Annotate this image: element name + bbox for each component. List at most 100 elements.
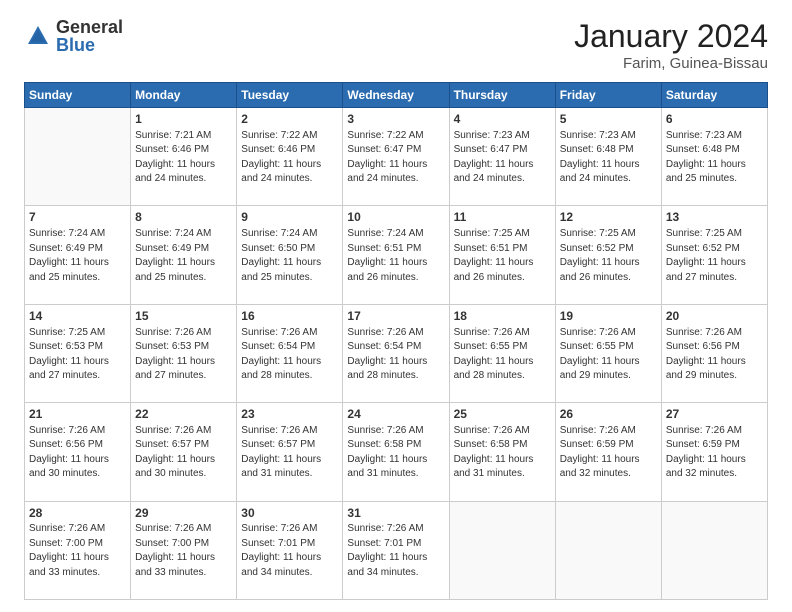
day-number: 18 — [454, 308, 551, 325]
day-cell: 22Sunrise: 7:26 AMSunset: 6:57 PMDayligh… — [131, 403, 237, 501]
day-cell — [25, 108, 131, 206]
day-info: Sunrise: 7:26 AMSunset: 6:56 PMDaylight:… — [29, 424, 126, 482]
day-number: 3 — [347, 111, 444, 128]
day-number: 29 — [135, 505, 232, 522]
day-cell: 15Sunrise: 7:26 AMSunset: 6:53 PMDayligh… — [131, 304, 237, 402]
calendar-header: SundayMondayTuesdayWednesdayThursdayFrid… — [25, 83, 768, 108]
day-info: Sunrise: 7:23 AMSunset: 6:48 PMDaylight:… — [666, 129, 763, 187]
logo-text: General Blue — [56, 18, 123, 54]
day-number: 25 — [454, 406, 551, 423]
day-info: Sunrise: 7:24 AMSunset: 6:49 PMDaylight:… — [29, 227, 126, 285]
day-header-sunday: Sunday — [25, 83, 131, 108]
day-cell: 18Sunrise: 7:26 AMSunset: 6:55 PMDayligh… — [449, 304, 555, 402]
day-cell: 14Sunrise: 7:25 AMSunset: 6:53 PMDayligh… — [25, 304, 131, 402]
day-cell: 17Sunrise: 7:26 AMSunset: 6:54 PMDayligh… — [343, 304, 449, 402]
day-number: 31 — [347, 505, 444, 522]
day-info: Sunrise: 7:26 AMSunset: 6:55 PMDaylight:… — [454, 326, 551, 384]
day-number: 20 — [666, 308, 763, 325]
day-number: 10 — [347, 209, 444, 226]
week-row-4: 21Sunrise: 7:26 AMSunset: 6:56 PMDayligh… — [25, 403, 768, 501]
day-cell: 16Sunrise: 7:26 AMSunset: 6:54 PMDayligh… — [237, 304, 343, 402]
week-row-2: 7Sunrise: 7:24 AMSunset: 6:49 PMDaylight… — [25, 206, 768, 304]
day-number: 7 — [29, 209, 126, 226]
day-header-thursday: Thursday — [449, 83, 555, 108]
day-cell: 9Sunrise: 7:24 AMSunset: 6:50 PMDaylight… — [237, 206, 343, 304]
day-cell: 26Sunrise: 7:26 AMSunset: 6:59 PMDayligh… — [555, 403, 661, 501]
logo-blue-label: Blue — [56, 36, 123, 54]
day-cell: 1Sunrise: 7:21 AMSunset: 6:46 PMDaylight… — [131, 108, 237, 206]
day-info: Sunrise: 7:26 AMSunset: 6:58 PMDaylight:… — [454, 424, 551, 482]
day-number: 24 — [347, 406, 444, 423]
day-info: Sunrise: 7:26 AMSunset: 6:55 PMDaylight:… — [560, 326, 657, 384]
day-cell: 2Sunrise: 7:22 AMSunset: 6:46 PMDaylight… — [237, 108, 343, 206]
day-number: 14 — [29, 308, 126, 325]
logo-icon — [24, 22, 52, 50]
day-number: 8 — [135, 209, 232, 226]
day-cell: 12Sunrise: 7:25 AMSunset: 6:52 PMDayligh… — [555, 206, 661, 304]
page: General Blue January 2024 Farim, Guinea-… — [0, 0, 792, 612]
day-cell: 19Sunrise: 7:26 AMSunset: 6:55 PMDayligh… — [555, 304, 661, 402]
day-header-wednesday: Wednesday — [343, 83, 449, 108]
header: General Blue January 2024 Farim, Guinea-… — [24, 18, 768, 72]
day-cell: 27Sunrise: 7:26 AMSunset: 6:59 PMDayligh… — [661, 403, 767, 501]
day-number: 28 — [29, 505, 126, 522]
day-number: 1 — [135, 111, 232, 128]
day-info: Sunrise: 7:25 AMSunset: 6:52 PMDaylight:… — [560, 227, 657, 285]
day-cell: 21Sunrise: 7:26 AMSunset: 6:56 PMDayligh… — [25, 403, 131, 501]
day-info: Sunrise: 7:22 AMSunset: 6:47 PMDaylight:… — [347, 129, 444, 187]
day-info: Sunrise: 7:24 AMSunset: 6:50 PMDaylight:… — [241, 227, 338, 285]
day-info: Sunrise: 7:23 AMSunset: 6:48 PMDaylight:… — [560, 129, 657, 187]
day-info: Sunrise: 7:26 AMSunset: 6:54 PMDaylight:… — [241, 326, 338, 384]
logo: General Blue — [24, 18, 123, 54]
week-row-3: 14Sunrise: 7:25 AMSunset: 6:53 PMDayligh… — [25, 304, 768, 402]
day-number: 30 — [241, 505, 338, 522]
day-header-saturday: Saturday — [661, 83, 767, 108]
day-number: 12 — [560, 209, 657, 226]
month-title: January 2024 — [574, 18, 768, 55]
day-info: Sunrise: 7:26 AMSunset: 7:00 PMDaylight:… — [135, 522, 232, 580]
day-number: 4 — [454, 111, 551, 128]
day-cell: 24Sunrise: 7:26 AMSunset: 6:58 PMDayligh… — [343, 403, 449, 501]
day-cell: 29Sunrise: 7:26 AMSunset: 7:00 PMDayligh… — [131, 501, 237, 599]
day-cell: 5Sunrise: 7:23 AMSunset: 6:48 PMDaylight… — [555, 108, 661, 206]
day-number: 2 — [241, 111, 338, 128]
day-number: 13 — [666, 209, 763, 226]
day-number: 15 — [135, 308, 232, 325]
day-number: 19 — [560, 308, 657, 325]
day-cell: 23Sunrise: 7:26 AMSunset: 6:57 PMDayligh… — [237, 403, 343, 501]
day-number: 21 — [29, 406, 126, 423]
day-cell: 31Sunrise: 7:26 AMSunset: 7:01 PMDayligh… — [343, 501, 449, 599]
day-number: 9 — [241, 209, 338, 226]
day-header-row: SundayMondayTuesdayWednesdayThursdayFrid… — [25, 83, 768, 108]
week-row-1: 1Sunrise: 7:21 AMSunset: 6:46 PMDaylight… — [25, 108, 768, 206]
day-cell — [555, 501, 661, 599]
day-info: Sunrise: 7:26 AMSunset: 6:58 PMDaylight:… — [347, 424, 444, 482]
day-number: 11 — [454, 209, 551, 226]
day-cell — [661, 501, 767, 599]
location: Farim, Guinea-Bissau — [574, 55, 768, 72]
day-cell: 4Sunrise: 7:23 AMSunset: 6:47 PMDaylight… — [449, 108, 555, 206]
day-cell: 8Sunrise: 7:24 AMSunset: 6:49 PMDaylight… — [131, 206, 237, 304]
calendar-body: 1Sunrise: 7:21 AMSunset: 6:46 PMDaylight… — [25, 108, 768, 600]
day-info: Sunrise: 7:26 AMSunset: 7:01 PMDaylight:… — [241, 522, 338, 580]
day-info: Sunrise: 7:26 AMSunset: 6:59 PMDaylight:… — [666, 424, 763, 482]
day-cell: 6Sunrise: 7:23 AMSunset: 6:48 PMDaylight… — [661, 108, 767, 206]
day-info: Sunrise: 7:22 AMSunset: 6:46 PMDaylight:… — [241, 129, 338, 187]
day-info: Sunrise: 7:21 AMSunset: 6:46 PMDaylight:… — [135, 129, 232, 187]
day-cell: 25Sunrise: 7:26 AMSunset: 6:58 PMDayligh… — [449, 403, 555, 501]
day-number: 23 — [241, 406, 338, 423]
day-cell: 10Sunrise: 7:24 AMSunset: 6:51 PMDayligh… — [343, 206, 449, 304]
day-number: 27 — [666, 406, 763, 423]
day-number: 5 — [560, 111, 657, 128]
day-number: 26 — [560, 406, 657, 423]
day-number: 6 — [666, 111, 763, 128]
day-info: Sunrise: 7:26 AMSunset: 7:00 PMDaylight:… — [29, 522, 126, 580]
day-cell: 30Sunrise: 7:26 AMSunset: 7:01 PMDayligh… — [237, 501, 343, 599]
day-info: Sunrise: 7:26 AMSunset: 7:01 PMDaylight:… — [347, 522, 444, 580]
day-info: Sunrise: 7:25 AMSunset: 6:52 PMDaylight:… — [666, 227, 763, 285]
day-info: Sunrise: 7:25 AMSunset: 6:51 PMDaylight:… — [454, 227, 551, 285]
day-cell: 11Sunrise: 7:25 AMSunset: 6:51 PMDayligh… — [449, 206, 555, 304]
day-number: 16 — [241, 308, 338, 325]
calendar: SundayMondayTuesdayWednesdayThursdayFrid… — [24, 82, 768, 600]
day-info: Sunrise: 7:26 AMSunset: 6:54 PMDaylight:… — [347, 326, 444, 384]
